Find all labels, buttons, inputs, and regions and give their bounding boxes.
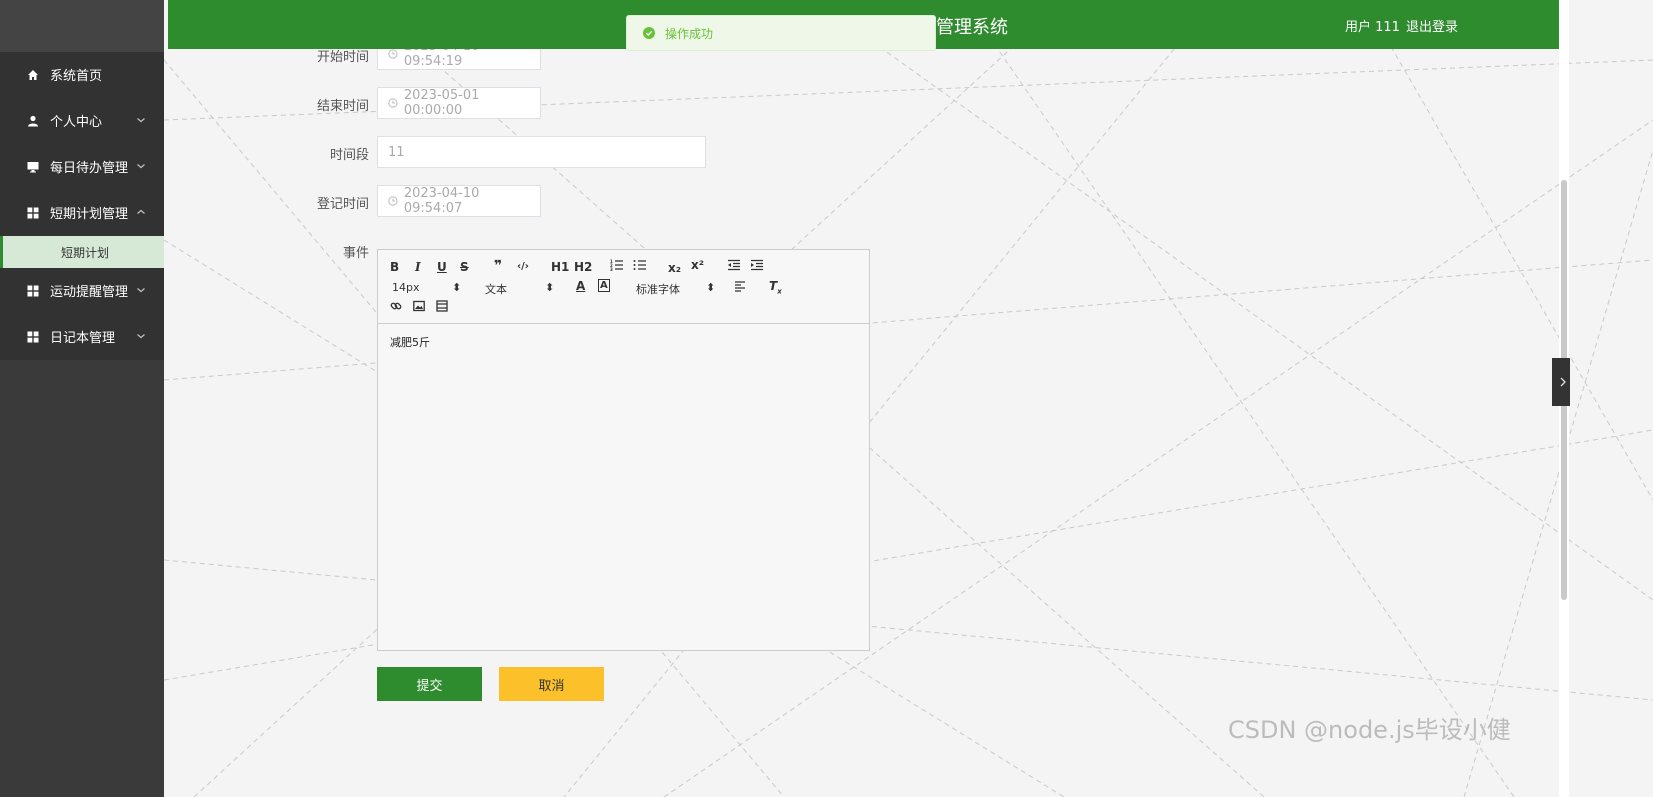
font-color-button[interactable]: A bbox=[576, 279, 585, 293]
ordered-list-button[interactable]: 123 bbox=[610, 259, 624, 274]
sidebar-item-short-term-plan[interactable]: 短期计划管理 bbox=[0, 190, 164, 236]
sidebar-item-label: 系统首页 bbox=[50, 69, 103, 84]
grid-icon bbox=[26, 330, 40, 344]
period-value: 11 bbox=[388, 144, 405, 160]
link-icon bbox=[390, 302, 402, 310]
sidebar-item-daily-todo[interactable]: 每日待办管理 bbox=[0, 144, 164, 190]
video-icon bbox=[436, 300, 448, 312]
sidebar-item-label: 个人中心 bbox=[50, 115, 103, 130]
right-drawer-toggle[interactable] bbox=[1552, 358, 1570, 406]
header-select-value: 文本 bbox=[485, 283, 507, 296]
outdent-button[interactable] bbox=[727, 259, 741, 274]
logout-link[interactable]: 退出登录 bbox=[1406, 16, 1458, 35]
superscript-button[interactable]: x² bbox=[691, 258, 704, 272]
subscript-button[interactable]: x₂ bbox=[668, 261, 681, 275]
end-time-label: 结束时间 bbox=[316, 99, 369, 114]
sidebar-item-home[interactable]: 系统首页 bbox=[0, 52, 164, 98]
end-time-field[interactable]: 2023-05-01 00:00:00 bbox=[377, 87, 541, 119]
header-select[interactable]: 文本 ⬍ bbox=[485, 281, 554, 297]
submit-button[interactable]: 提交 bbox=[377, 667, 482, 701]
sidebar-subitem-short-term-plan[interactable]: 短期计划 bbox=[0, 236, 164, 268]
strike-button[interactable]: S bbox=[460, 260, 469, 274]
outdent-icon bbox=[728, 259, 740, 271]
chevron-right-icon bbox=[1560, 377, 1566, 387]
grid-icon bbox=[26, 206, 40, 220]
editor-content[interactable]: 减肥5斤 bbox=[378, 324, 869, 360]
clock-icon bbox=[388, 98, 398, 108]
rich-text-editor: B I U S ❞ ‹/› H1 H2 123 x₂ x² 14px ⬍ 文本 … bbox=[377, 249, 870, 651]
monitor-icon bbox=[26, 160, 40, 174]
clear-format-button[interactable]: Tx bbox=[769, 279, 782, 295]
end-time-value: 2023-05-01 00:00:00 bbox=[403, 88, 480, 118]
event-label: 事件 bbox=[342, 246, 369, 261]
select-arrows-icon: ⬍ bbox=[545, 281, 555, 294]
font-family-select[interactable]: 标准字体 ⬍ bbox=[636, 281, 715, 297]
blockquote-button[interactable]: ❞ bbox=[494, 258, 502, 274]
align-left-icon bbox=[735, 281, 745, 292]
register-time-value: 2023-04-10 09:54:07 bbox=[403, 186, 480, 216]
link-button[interactable] bbox=[390, 300, 402, 315]
sidebar: 系统首页 个人中心 每日待办管理 短期计划管理 短期计划 运动提醒管理 日记本管… bbox=[0, 0, 164, 797]
font-family-value: 标准字体 bbox=[636, 283, 680, 296]
toast-message: 操作成功 bbox=[665, 26, 714, 41]
grid-icon bbox=[26, 284, 40, 298]
code-block-button[interactable]: ‹/› bbox=[517, 261, 529, 272]
user-icon bbox=[26, 114, 40, 128]
font-size-select[interactable]: 14px ⬍ bbox=[392, 281, 461, 294]
check-circle-icon bbox=[643, 27, 655, 39]
underline-button[interactable]: U bbox=[437, 260, 447, 274]
sidebar-logo-area bbox=[0, 0, 164, 52]
sidebar-item-diary[interactable]: 日记本管理 bbox=[0, 314, 164, 360]
font-size-value: 14px bbox=[392, 281, 420, 294]
current-user: 用户 111 bbox=[1345, 20, 1400, 35]
bullet-list-icon bbox=[633, 260, 646, 270]
chevron-down-icon bbox=[137, 334, 145, 339]
indent-icon bbox=[751, 259, 763, 271]
period-label: 时间段 bbox=[329, 148, 369, 163]
image-icon bbox=[413, 300, 425, 312]
clock-icon bbox=[388, 196, 398, 206]
chevron-down-icon bbox=[137, 118, 145, 123]
bullet-list-button[interactable] bbox=[633, 259, 647, 274]
ordered-list-icon: 123 bbox=[610, 259, 623, 272]
editor-toolbar: B I U S ❞ ‹/› H1 H2 123 x₂ x² 14px ⬍ 文本 … bbox=[378, 250, 869, 324]
page-title: 管理系统 bbox=[936, 17, 1008, 38]
italic-button[interactable]: I bbox=[415, 260, 421, 274]
sidebar-item-label: 日记本管理 bbox=[50, 331, 116, 346]
video-button[interactable] bbox=[436, 300, 448, 315]
cancel-button[interactable]: 取消 bbox=[499, 667, 604, 701]
chevron-up-icon bbox=[137, 209, 145, 214]
sidebar-item-label: 运动提醒管理 bbox=[50, 285, 129, 300]
align-button[interactable] bbox=[734, 280, 746, 295]
sidebar-item-exercise-reminder[interactable]: 运动提醒管理 bbox=[0, 268, 164, 314]
background-color-button[interactable]: A bbox=[598, 279, 610, 292]
select-arrows-icon: ⬍ bbox=[452, 281, 462, 294]
bold-button[interactable]: B bbox=[390, 260, 399, 274]
success-toast: 操作成功 bbox=[626, 15, 936, 51]
chevron-down-icon bbox=[137, 288, 145, 293]
sidebar-item-profile[interactable]: 个人中心 bbox=[0, 98, 164, 144]
h1-button[interactable]: H1 bbox=[551, 260, 569, 274]
register-time-field[interactable]: 2023-04-10 09:54:07 bbox=[377, 185, 541, 217]
sidebar-item-label: 每日待办管理 bbox=[50, 161, 129, 176]
select-arrows-icon: ⬍ bbox=[706, 281, 716, 294]
home-icon bbox=[26, 68, 40, 82]
register-time-label: 登记时间 bbox=[316, 197, 369, 212]
sidebar-item-label: 短期计划管理 bbox=[50, 207, 129, 222]
watermark: CSDN @node.js毕设小健 bbox=[1228, 716, 1511, 744]
period-input[interactable]: 11 bbox=[377, 136, 706, 168]
image-button[interactable] bbox=[413, 300, 425, 315]
h2-button[interactable]: H2 bbox=[574, 260, 592, 274]
clock-icon bbox=[388, 49, 398, 59]
chevron-down-icon bbox=[137, 164, 145, 169]
svg-text:3: 3 bbox=[610, 267, 613, 271]
indent-button[interactable] bbox=[750, 259, 764, 274]
